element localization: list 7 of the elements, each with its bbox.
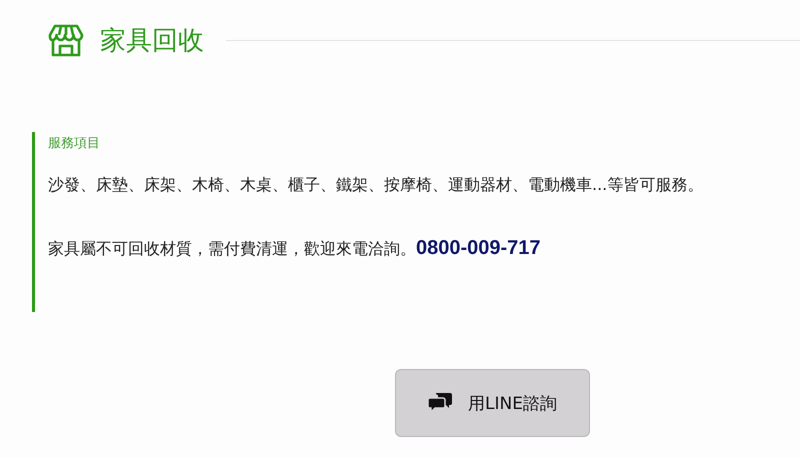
store-icon [48,22,84,58]
note-text: 家具屬不可回收材質，需付費清運，歡迎來電洽詢。 [48,239,416,260]
line-contact-button[interactable]: 用LINE諮詢 [395,369,590,437]
phone-number: 0800-009-717 [416,237,541,260]
service-list-text: 沙發、床墊、床架、木椅、木桌、櫃子、鐵架、按摩椅、運動器材、電動機車...等皆可服務。 [48,174,704,196]
section-subtitle: 服務項目 [48,135,101,153]
page-title: 家具回收 [100,24,204,58]
